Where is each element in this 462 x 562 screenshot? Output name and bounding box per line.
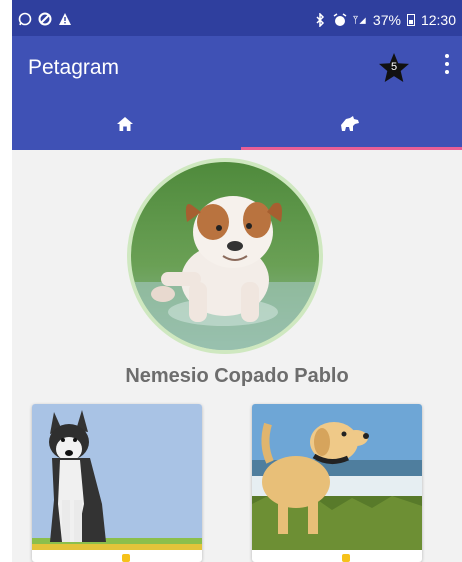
selected-tab-indicator [241, 147, 462, 150]
app-title: Petagram [28, 56, 120, 79]
bulldog-puppy-photo [131, 162, 319, 350]
profile-avatar [127, 158, 323, 354]
bluetooth-icon [313, 13, 327, 27]
block-icon [38, 12, 52, 26]
status-left-icons [18, 12, 72, 26]
whatsapp-icon [18, 12, 32, 26]
overflow-menu-icon[interactable] [440, 54, 454, 80]
alarm-icon [333, 13, 347, 27]
battery-percent: 37% [372, 12, 401, 28]
status-bar: 37% 12:30 [12, 0, 462, 36]
tab-profile[interactable] [237, 98, 462, 150]
home-icon [116, 117, 133, 131]
battery-icon [406, 14, 415, 26]
app-bar: Petagram 5 [12, 36, 462, 98]
pet-card[interactable] [32, 404, 202, 562]
warning-icon [58, 12, 72, 26]
clock: 12:30 [420, 12, 456, 28]
status-right-icons: 37% 12:30 [313, 12, 456, 28]
golden-retriever-photo [252, 404, 422, 550]
left-edge [0, 0, 12, 562]
husky-photo [32, 404, 202, 550]
phone-screen: 37% 12:30 Petagram 5 Nemesio Copado Pabl… [12, 0, 462, 562]
dog-icon [340, 116, 359, 131]
profile-name: Nemesio Copado Pablo [125, 365, 349, 387]
tab-bar [12, 98, 462, 150]
like-indicator [122, 554, 130, 562]
favorites-star-button[interactable]: 5 [378, 52, 410, 84]
star-count: 5 [390, 61, 398, 73]
like-indicator [342, 554, 350, 562]
pet-card[interactable] [252, 404, 422, 562]
tab-home[interactable] [12, 98, 237, 150]
signal-icon [352, 13, 367, 27]
